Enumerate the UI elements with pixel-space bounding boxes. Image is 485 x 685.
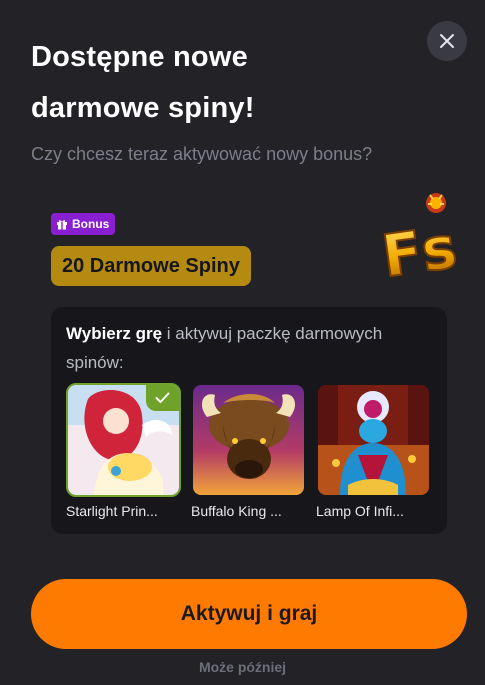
game-picker-prompt: Wybierz grę i aktywuj paczkę darmowych s… bbox=[66, 319, 436, 377]
bonus-badge: Bonus bbox=[51, 213, 116, 235]
game-name: Lamp Of Infi... bbox=[316, 503, 404, 519]
checkmark-icon bbox=[155, 392, 170, 403]
game-name: Buffalo King ... bbox=[191, 503, 282, 519]
modal-title: Dostępne nowe darmowe spiny! bbox=[31, 41, 255, 124]
free-spins-modal: Dostępne nowe darmowe spiny! Czy chcesz … bbox=[0, 0, 485, 685]
activate-and-play-button[interactable]: Aktywuj i graj bbox=[31, 579, 467, 649]
game-name: Starlight Prin... bbox=[66, 503, 158, 519]
gift-icon bbox=[57, 220, 67, 230]
close-button[interactable] bbox=[427, 21, 467, 61]
bonus-badge-label: Bonus bbox=[72, 217, 110, 231]
free-spins-logo: Fs bbox=[378, 193, 458, 290]
game-card-lamp-of-infinity[interactable]: Lamp Of Infi... bbox=[316, 383, 431, 519]
game-art bbox=[193, 385, 304, 495]
selected-check bbox=[146, 385, 179, 411]
game-thumbnail bbox=[316, 383, 431, 497]
maybe-later-link[interactable]: Może później bbox=[0, 659, 485, 675]
game-card-starlight-princess[interactable]: Starlight Prin... bbox=[66, 383, 181, 519]
free-spins-offer: 20 Darmowe Spiny bbox=[51, 246, 251, 286]
close-icon bbox=[440, 34, 454, 48]
modal-subtitle: Czy chcesz teraz aktywować nowy bonus? bbox=[31, 144, 373, 164]
game-card-buffalo-king[interactable]: Buffalo King ... bbox=[191, 383, 306, 519]
game-picker-panel: Wybierz grę i aktywuj paczkę darmowych s… bbox=[51, 307, 447, 534]
game-thumbnail bbox=[66, 383, 181, 497]
game-list: Starlight Prin... Buffalo King ... Lamp … bbox=[66, 383, 431, 519]
game-thumbnail bbox=[191, 383, 306, 497]
free-spins-logo-text: Fs bbox=[378, 213, 458, 290]
game-art bbox=[318, 385, 429, 495]
game-picker-prompt-bold: Wybierz grę bbox=[66, 324, 163, 343]
